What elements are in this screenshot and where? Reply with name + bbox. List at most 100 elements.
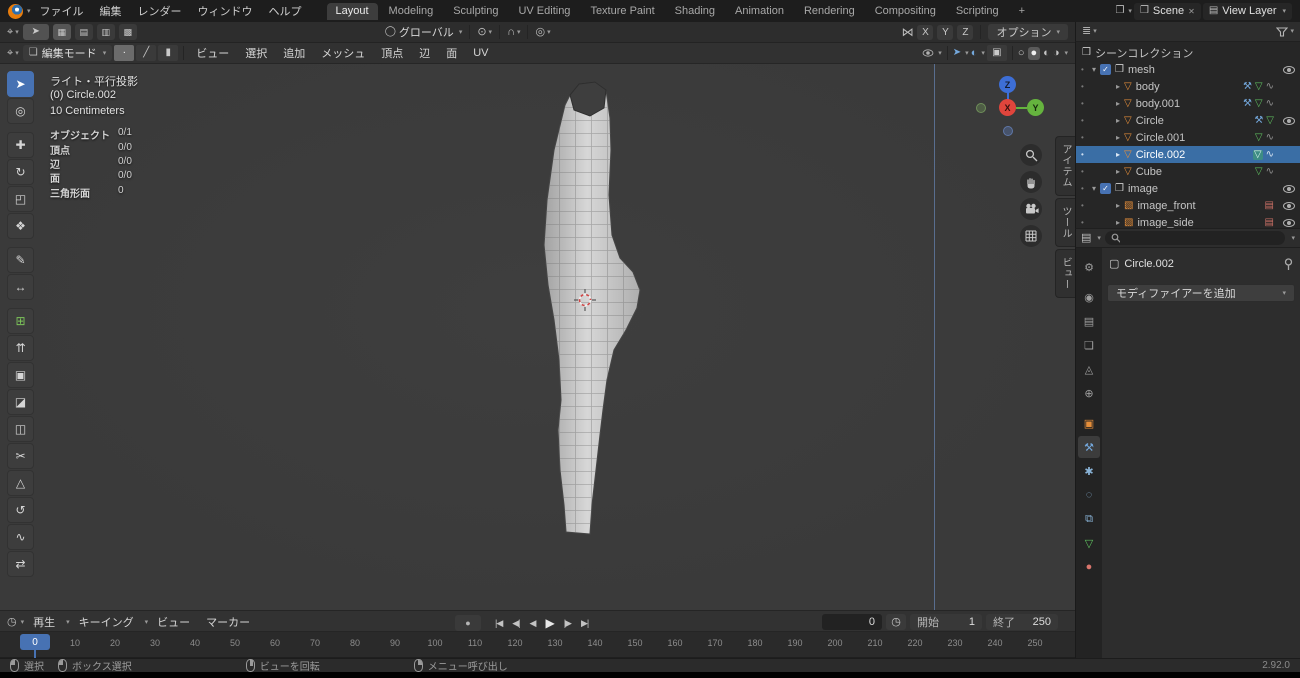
current-frame-field[interactable]: 0 [822, 614, 882, 630]
object-name[interactable]: Circle [1136, 115, 1164, 127]
mirror-x-toggle[interactable]: X [917, 24, 934, 40]
snap-toggle[interactable]: ∩ ▾ [507, 26, 520, 38]
mirror-z-toggle[interactable]: Z [957, 24, 974, 40]
scene-browse-button[interactable]: ❒ ▾ [1115, 6, 1131, 16]
properties-search[interactable] [1104, 231, 1286, 245]
menu-edit[interactable]: 編集 [93, 1, 129, 21]
disclosure-closed-icon[interactable]: ▸ [1116, 150, 1120, 159]
disclosure-open-icon[interactable]: ▾ [1092, 65, 1096, 74]
disclosure-closed-icon[interactable]: ▸ [1116, 99, 1120, 108]
workspace-tab-uv-editing[interactable]: UV Editing [509, 3, 579, 20]
menu-select[interactable]: 選択 [238, 43, 274, 63]
options-dropdown[interactable]: オプション ▾ [988, 24, 1068, 40]
shading-material-button[interactable]: ◐ [1043, 47, 1050, 59]
show-overlays-toggle[interactable]: ◐ ▾ [971, 47, 985, 59]
camera-view-button[interactable] [1020, 198, 1042, 220]
properties-tab-physics[interactable]: ◌ [1078, 484, 1100, 506]
editor-type-selector[interactable]: ⌖ ▾ [7, 26, 19, 38]
disclosure-closed-icon[interactable]: ▸ [1116, 218, 1120, 227]
gizmo-y-negative-axis[interactable] [976, 103, 986, 113]
outliner-row-mesh-collection[interactable]: • ▾ ✓ ❒ mesh [1076, 61, 1300, 78]
workspace-tab-sculpting[interactable]: Sculpting [444, 3, 507, 20]
menu-window[interactable]: ウィンドウ [191, 1, 260, 21]
menu-marker[interactable]: マーカー [199, 612, 257, 632]
tool-option-b[interactable]: ▤ [74, 24, 93, 40]
workspace-tab-shading[interactable]: Shading [666, 3, 724, 20]
shading-rendered-button[interactable]: ◑ [1053, 47, 1060, 59]
record-button[interactable]: ● [455, 615, 481, 631]
collection-name[interactable]: image [1128, 183, 1158, 195]
view-layer-selector[interactable]: ▤ View Layer ▾ [1202, 2, 1292, 20]
gizmo-z-axis[interactable]: Z [999, 76, 1016, 93]
menu-vertex[interactable]: 頂点 [374, 43, 410, 63]
xray-toggle[interactable]: ▣ [986, 45, 1007, 61]
hide-viewport-toggle[interactable] [1283, 184, 1295, 196]
menu-help[interactable]: ヘルプ [262, 1, 309, 21]
edge-select-mode-button[interactable]: ╱ [136, 45, 157, 61]
workspace-tab-compositing[interactable]: Compositing [866, 3, 945, 20]
properties-tab-output[interactable]: ▤ [1078, 310, 1100, 332]
frame-end-field[interactable]: 終了 250 [986, 614, 1058, 630]
mirror-y-toggle[interactable]: Y [937, 24, 954, 40]
tool-tweak[interactable]: ➤ [7, 71, 34, 97]
modifier-icon[interactable]: ⚒ [1254, 115, 1263, 126]
menu-view[interactable]: ビュー [150, 612, 197, 632]
tool-spin[interactable]: ↺ [7, 497, 34, 523]
object-name[interactable]: image_front [1137, 200, 1195, 212]
menu-render[interactable]: レンダー [131, 1, 189, 21]
sidebar-tab-item[interactable]: アイテム [1055, 136, 1075, 196]
tool-annotate[interactable]: ✎ [7, 247, 34, 273]
editor-type-selector[interactable]: ⌖ ▾ [7, 47, 19, 59]
outliner-row-circle[interactable]: • ▸ ▽ Circle ⚒ ▽ [1076, 112, 1300, 129]
transform-orientation-selector[interactable]: ◯ グローバル ▾ [385, 24, 463, 40]
menu-face[interactable]: 面 [439, 43, 464, 63]
hide-viewport-toggle[interactable] [1283, 116, 1295, 128]
outliner-row-image-front[interactable]: • ▸ ▧ image_front ▤ [1076, 197, 1300, 214]
properties-tab-constraints[interactable]: ⧉ [1078, 508, 1100, 530]
properties-tab-object[interactable]: ▣ [1078, 412, 1100, 434]
sidebar-tab-tool[interactable]: ツール [1055, 198, 1075, 247]
properties-tab-tool[interactable]: ⚙ [1078, 256, 1100, 278]
disclosure-closed-icon[interactable]: ▸ [1116, 167, 1120, 176]
menu-uv[interactable]: UV [466, 45, 495, 61]
close-icon[interactable]: ✕ [1188, 7, 1195, 16]
timeline-editor-icon[interactable]: ◷ [7, 616, 17, 628]
pan-button[interactable] [1020, 171, 1042, 193]
hide-viewport-toggle[interactable] [1283, 65, 1295, 77]
tool-option-a[interactable]: ▦ [52, 24, 71, 40]
blender-menu-button[interactable]: ▾ [8, 3, 31, 19]
mode-selector[interactable]: ❏ 編集モード ▾ [22, 45, 113, 61]
gizmo-x-axis[interactable]: X [999, 99, 1016, 116]
outliner-row-circle-002[interactable]: • ▸ ▽ Circle.002 ▽ ∿ [1076, 146, 1300, 163]
modifier-icon[interactable]: ⚒ [1243, 81, 1252, 92]
collection-name[interactable]: mesh [1128, 64, 1155, 76]
playhead[interactable]: 0 [20, 634, 50, 650]
workspace-tab-layout[interactable]: Layout [326, 2, 378, 20]
add-workspace-button[interactable]: + [1010, 3, 1034, 20]
disclosure-closed-icon[interactable]: ▸ [1116, 116, 1120, 125]
properties-search-input[interactable] [1124, 231, 1280, 245]
play-button[interactable]: ▶ [541, 614, 557, 632]
active-tool-display[interactable]: ➤ [22, 24, 49, 40]
properties-tab-render[interactable]: ◉ [1078, 286, 1100, 308]
collection-checkbox[interactable]: ✓ [1100, 183, 1112, 194]
outliner-row-body[interactable]: • ▸ ▽ body ⚒ ▽ ∿ [1076, 78, 1300, 95]
properties-tab-modifiers[interactable]: ⚒ [1078, 436, 1100, 458]
disclosure-closed-icon[interactable]: ▸ [1116, 82, 1120, 91]
frame-start-field[interactable]: 開始 1 [910, 614, 982, 630]
tool-rotate[interactable]: ↻ [7, 159, 34, 185]
tool-smooth[interactable]: ∿ [7, 524, 34, 550]
properties-tab-object-data[interactable]: ▽ [1078, 532, 1100, 554]
next-keyframe-button[interactable]: |▶ [560, 616, 575, 631]
add-modifier-button[interactable]: モディファイアーを追加 ▾ [1107, 284, 1295, 302]
show-gizmo-toggle[interactable]: ➤ ▾ [953, 48, 969, 58]
tool-measure[interactable]: ↔ [7, 274, 34, 300]
menu-view[interactable]: ビュー [189, 43, 236, 63]
vertex-select-mode-button[interactable]: ∙ [114, 45, 135, 61]
tool-edge-slide[interactable]: ⇄ [7, 551, 34, 577]
disclosure-open-icon[interactable]: ▾ [1092, 184, 1096, 193]
disclosure-closed-icon[interactable]: ▸ [1116, 133, 1120, 142]
filter-funnel-icon[interactable] [1276, 26, 1289, 37]
object-name[interactable]: Circle.001 [1136, 132, 1186, 144]
properties-tab-material[interactable]: ● [1078, 556, 1100, 578]
